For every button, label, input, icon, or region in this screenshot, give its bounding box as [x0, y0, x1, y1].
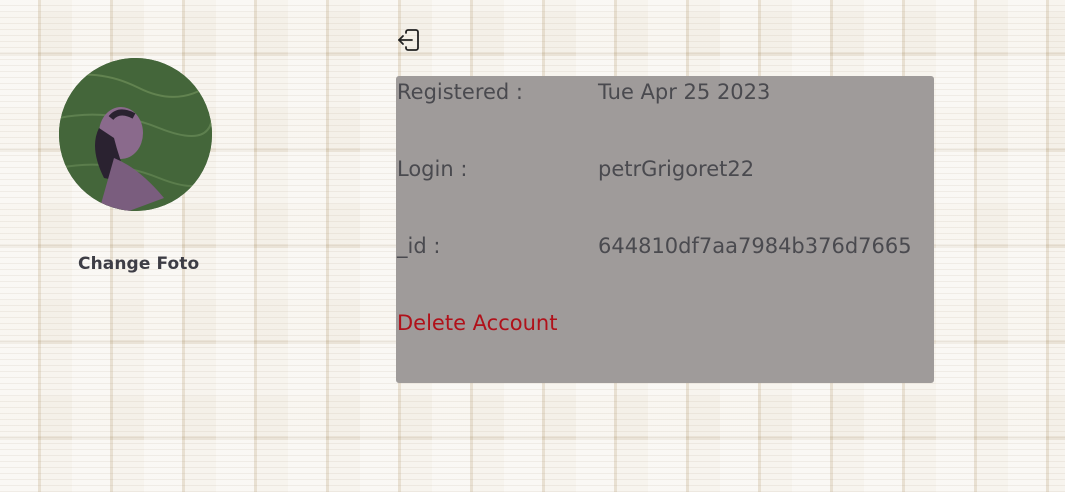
- id-value: 644810df7aa7984b376d7665: [598, 234, 912, 258]
- avatar: [59, 58, 212, 211]
- registered-label: Registered :: [397, 80, 523, 104]
- login-value: petrGrigoret22: [598, 157, 755, 181]
- account-info-card: Registered : Tue Apr 25 2023 Login : pet…: [396, 76, 934, 383]
- registered-value: Tue Apr 25 2023: [598, 80, 771, 104]
- change-photo-button[interactable]: Change Foto: [78, 254, 199, 274]
- delete-account-button[interactable]: Delete Account: [397, 311, 557, 335]
- logout-icon[interactable]: [397, 28, 421, 52]
- login-label: Login :: [397, 157, 468, 181]
- id-label: _id :: [397, 234, 441, 258]
